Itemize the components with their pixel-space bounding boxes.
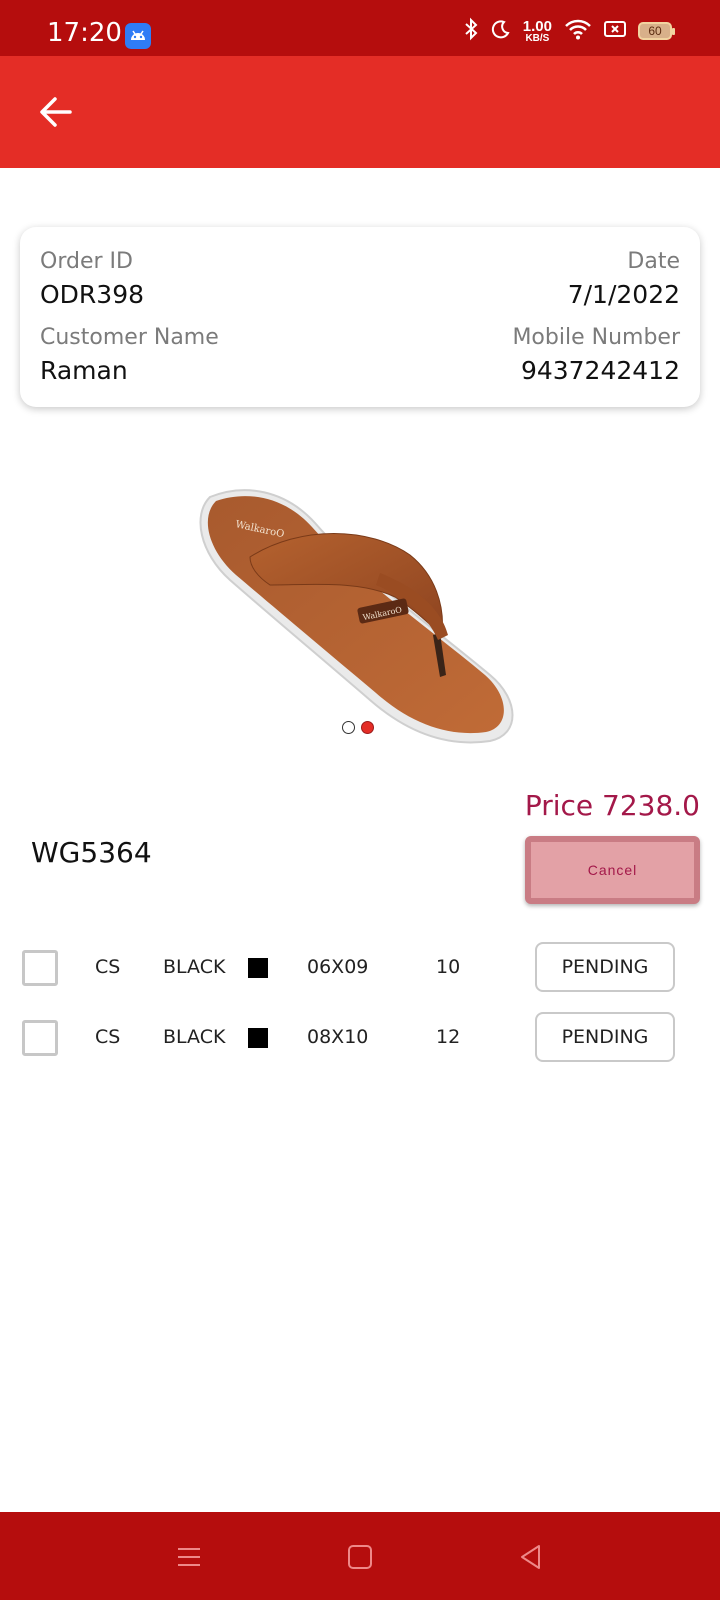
size-cell: 06X09 xyxy=(307,956,369,978)
battery-icon: 60 xyxy=(638,22,675,40)
carousel-dot-active[interactable] xyxy=(361,721,374,734)
status-icons: 1.00 KB/S 60 xyxy=(463,17,675,46)
size-cell: 08X10 xyxy=(307,1026,369,1048)
mobile-value: 9437242412 xyxy=(520,356,680,385)
menu-icon xyxy=(178,1548,200,1566)
wifi-icon xyxy=(564,18,592,45)
bluetooth-icon xyxy=(463,17,479,46)
order-id-label: Order ID xyxy=(40,249,133,274)
order-info-card: Order ID ODR398 Date 7/1/2022 Customer N… xyxy=(20,227,700,407)
article-code: WG5364 xyxy=(31,836,152,869)
screen: 17:20 1.00 KB/S 60 Order ID ODR398 Date … xyxy=(0,0,720,1600)
date-label: Date xyxy=(627,249,680,274)
status-button[interactable]: PENDING xyxy=(535,1012,675,1062)
moon-icon xyxy=(491,19,511,44)
cancel-button[interactable]: Cancel xyxy=(525,836,700,904)
order-id-field: Order ID ODR398 xyxy=(40,249,144,309)
product-image[interactable]: WalkaroO WalkaroO xyxy=(190,485,530,760)
carousel-dot[interactable] xyxy=(342,721,355,734)
status-bar: 17:20 1.00 KB/S 60 xyxy=(0,0,720,56)
status-button[interactable]: PENDING xyxy=(535,942,675,992)
back-button[interactable] xyxy=(28,84,84,140)
arrow-left-icon xyxy=(40,97,72,127)
select-checkbox[interactable] xyxy=(22,950,58,986)
customer-field: Customer Name Raman xyxy=(40,325,219,385)
size-row: CS BLACK 06X09 10 PENDING xyxy=(0,942,720,994)
customer-value: Raman xyxy=(40,356,128,385)
qty-cell: 10 xyxy=(436,956,461,978)
status-time: 17:20 xyxy=(47,18,122,48)
color-cell: BLACK xyxy=(163,956,226,978)
navigation-bar xyxy=(0,1512,720,1600)
sim-off-icon xyxy=(604,20,626,43)
home-nav-button[interactable] xyxy=(343,1540,377,1574)
qty-cell: 12 xyxy=(436,1026,461,1048)
menu-nav-button[interactable] xyxy=(172,1540,206,1574)
type-cell: CS xyxy=(95,1026,121,1048)
type-cell: CS xyxy=(95,956,121,978)
color-swatch xyxy=(248,958,268,978)
size-row: CS BLACK 08X10 12 PENDING xyxy=(0,1012,720,1064)
android-app-icon xyxy=(125,23,151,49)
network-speed: 1.00 KB/S xyxy=(522,17,552,44)
order-id-value: ODR398 xyxy=(40,280,145,309)
app-bar xyxy=(0,56,720,168)
carousel-indicator xyxy=(342,721,374,734)
date-field: Date 7/1/2022 xyxy=(568,249,680,309)
select-checkbox[interactable] xyxy=(22,1020,58,1056)
square-icon xyxy=(348,1545,372,1569)
color-cell: BLACK xyxy=(163,1026,226,1048)
color-swatch xyxy=(248,1028,268,1048)
mobile-field: Mobile Number 9437242412 xyxy=(512,325,680,385)
price-text: Price 7238.0 xyxy=(524,789,700,822)
back-nav-button[interactable] xyxy=(514,1540,548,1574)
customer-label: Customer Name xyxy=(40,325,219,350)
triangle-back-icon xyxy=(521,1545,540,1569)
date-value: 7/1/2022 xyxy=(567,280,680,309)
mobile-label: Mobile Number xyxy=(512,325,680,350)
